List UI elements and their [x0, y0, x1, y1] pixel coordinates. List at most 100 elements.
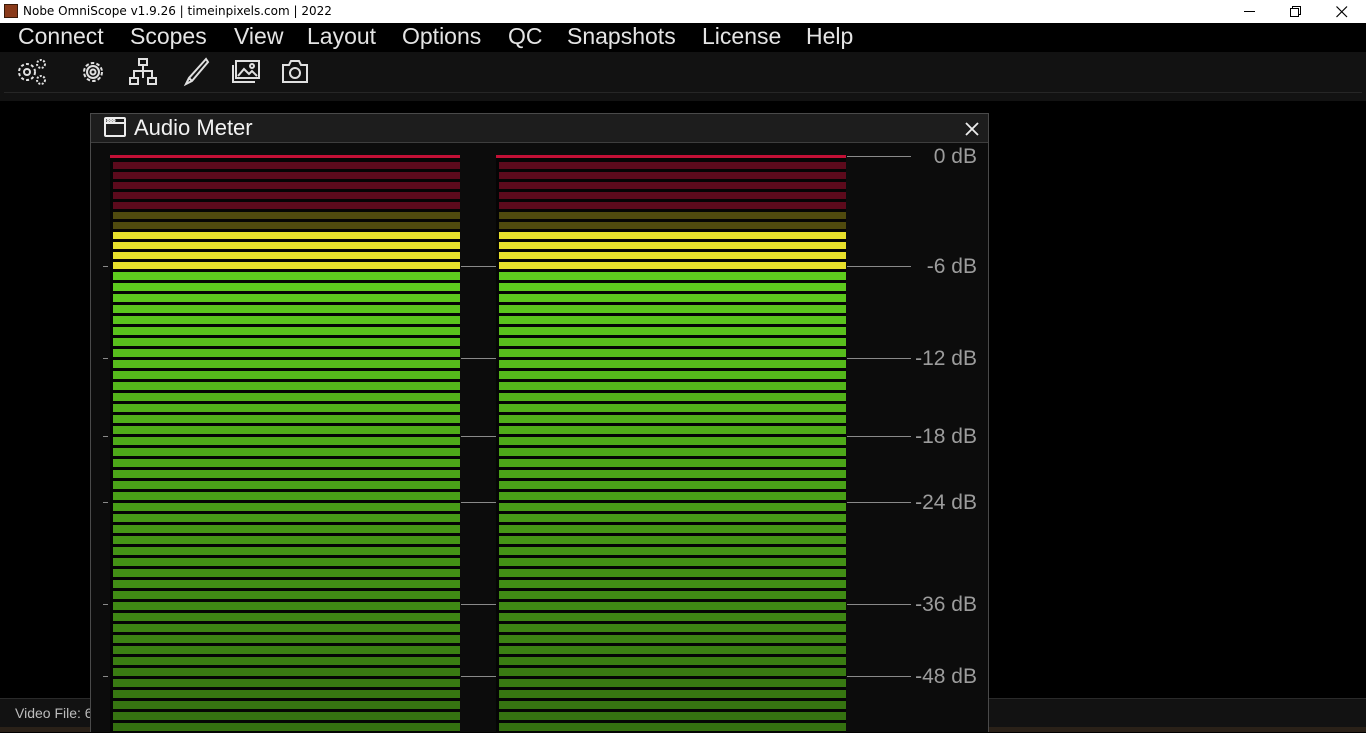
meter-segment: [499, 679, 846, 687]
meter-segment: [113, 536, 460, 544]
scale-label: -36 dB: [915, 593, 977, 616]
meter-segment: [113, 222, 460, 229]
audio-meter-panel[interactable]: Audio Meter 0 dB -6 dB -12 dB -18 dB -24…: [90, 113, 989, 733]
gallery-button[interactable]: [230, 56, 264, 88]
restore-button[interactable]: [1273, 0, 1319, 23]
meter-segment: [499, 272, 846, 280]
meter-segment: [499, 591, 846, 599]
toolbar: [0, 52, 1366, 101]
meter-segment: [499, 212, 846, 219]
meter-segment: [499, 182, 846, 189]
menu-connect[interactable]: Connect: [18, 23, 104, 52]
menu-snapshots[interactable]: Snapshots: [567, 23, 676, 52]
meter-segment: [499, 393, 846, 401]
toolbar-divider: [4, 92, 1362, 93]
menu-options[interactable]: Options: [402, 23, 481, 52]
meter-segment: [499, 338, 846, 346]
scale-tick: [847, 604, 911, 605]
meter-segment: [499, 558, 846, 566]
close-icon: [1336, 6, 1348, 18]
meter-segment: [499, 635, 846, 643]
meter-segment: [499, 404, 846, 412]
menu-bar: Connect Scopes View Layout Options QC Sn…: [0, 23, 1366, 52]
window-icon: [104, 117, 126, 137]
meter-segment: [113, 393, 460, 401]
close-window-button[interactable]: [1319, 0, 1365, 23]
close-icon[interactable]: [964, 121, 980, 137]
scale-tick: [461, 266, 496, 267]
scale-tick: [103, 358, 108, 359]
meter-segment: [113, 202, 460, 209]
meter-segment: [499, 415, 846, 423]
annotate-button[interactable]: [180, 56, 214, 88]
network-button[interactable]: [127, 56, 161, 88]
meter-segment: [113, 327, 460, 335]
meter-segment: [499, 294, 846, 302]
meter-segment: [499, 690, 846, 698]
settings-button[interactable]: [77, 56, 111, 88]
meter-channel-right: [496, 155, 846, 733]
menu-scopes[interactable]: Scopes: [130, 23, 207, 52]
meter-segment: [499, 426, 846, 434]
meter-segment: [113, 232, 460, 239]
scale-tick: [461, 436, 496, 437]
meter-segment: [499, 202, 846, 209]
meter-segment: [499, 459, 846, 467]
meter-segment: [499, 448, 846, 456]
meter-segment: [499, 723, 846, 731]
meter-segment: [113, 172, 460, 179]
scale-tick: [847, 358, 911, 359]
meter-segment: [499, 172, 846, 179]
scale-tick: [103, 266, 108, 267]
meter-segment: [113, 252, 460, 259]
meter-area: 0 dB -6 dB -12 dB -18 dB -24 dB -36 dB -…: [91, 143, 988, 733]
network-icon: [129, 58, 157, 85]
scale-label: -18 dB: [915, 425, 977, 448]
scale-tick: [847, 266, 911, 267]
pen-icon: [183, 57, 210, 87]
meter-segment: [499, 613, 846, 621]
snapshot-button[interactable]: [279, 56, 313, 88]
menu-qc[interactable]: QC: [508, 23, 543, 52]
peak-indicator: [110, 155, 460, 158]
meter-segment: [113, 360, 460, 368]
panel-header[interactable]: Audio Meter: [91, 114, 988, 143]
scale-tick: [103, 676, 108, 677]
meter-segment: [499, 657, 846, 665]
meter-segment: [113, 624, 460, 632]
meter-segment: [499, 162, 846, 169]
meter-segment: [113, 212, 460, 219]
meter-segment: [499, 305, 846, 313]
meter-segment: [499, 503, 846, 511]
scale-tick: [461, 502, 496, 503]
menu-view[interactable]: View: [234, 23, 283, 52]
menu-license[interactable]: License: [702, 23, 781, 52]
meter-segment: [499, 316, 846, 324]
meter-segment: [113, 514, 460, 522]
meter-segment: [499, 536, 846, 544]
meter-segment: [499, 580, 846, 588]
meter-segment: [113, 635, 460, 643]
meter-segment: [113, 382, 460, 390]
meter-segment: [113, 459, 460, 467]
meter-segment: [113, 437, 460, 445]
meter-segment: [113, 283, 460, 291]
meter-segment: [113, 272, 460, 280]
meter-segment: [113, 547, 460, 555]
meter-segment: [113, 525, 460, 533]
menu-help[interactable]: Help: [806, 23, 853, 52]
minimize-button[interactable]: [1227, 0, 1273, 23]
meter-segment: [499, 668, 846, 676]
meter-segment: [499, 569, 846, 577]
app-icon: [4, 4, 18, 18]
meter-segment: [113, 646, 460, 654]
meter-segment: [113, 242, 460, 249]
advanced-settings-button[interactable]: [14, 56, 48, 88]
meter-segment: [113, 580, 460, 588]
meter-segment: [499, 327, 846, 335]
title-bar: Nobe OmniScope v1.9.26 | timeinpixels.co…: [0, 0, 1366, 23]
menu-layout[interactable]: Layout: [307, 23, 376, 52]
meter-segment: [499, 283, 846, 291]
meter-segment: [113, 371, 460, 379]
meter-segment: [113, 558, 460, 566]
